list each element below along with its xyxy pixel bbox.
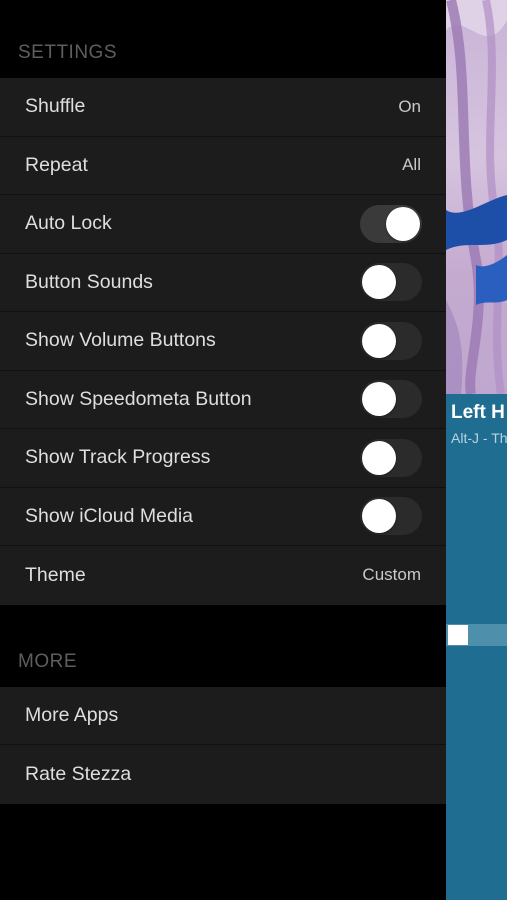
shuffle-label: Shuffle — [25, 95, 86, 118]
show-track-progress-toggle[interactable] — [360, 438, 422, 477]
show-speedometa-button-toggle[interactable] — [360, 380, 422, 419]
auto-lock-row: Auto Lock — [0, 195, 446, 254]
album-artwork — [446, 0, 507, 394]
more-group: More Apps Rate Stezza — [0, 686, 446, 804]
track-title: Left H — [451, 402, 505, 423]
theme-row[interactable]: Theme Custom — [0, 546, 446, 605]
show-speedometa-button-row: Show Speedometa Button — [0, 371, 446, 429]
more-apps-label: More Apps — [25, 703, 119, 726]
more-section-header: MORE — [18, 650, 77, 672]
track-artist: Alt-J - Th — [451, 430, 507, 446]
repeat-row[interactable]: Repeat All — [0, 137, 446, 195]
show-icloud-media-label: Show iCloud Media — [25, 504, 194, 527]
settings-section-header: SETTINGS — [18, 42, 118, 63]
show-track-progress-row: Show Track Progress — [0, 429, 446, 488]
toggle-knob — [362, 499, 396, 534]
theme-value: Custom — [362, 565, 421, 585]
toggle-knob — [362, 265, 396, 300]
button-sounds-toggle[interactable] — [360, 263, 422, 302]
show-icloud-media-toggle[interactable] — [360, 497, 422, 536]
toggle-knob — [362, 323, 396, 358]
track-progress-bar[interactable] — [446, 624, 507, 646]
settings-drawer: SETTINGS Shuffle On Repeat All Auto Lock… — [0, 0, 446, 900]
button-sounds-label: Button Sounds — [25, 270, 153, 293]
artwork-painting — [446, 0, 507, 394]
show-track-progress-label: Show Track Progress — [25, 446, 211, 469]
toggle-knob — [362, 382, 396, 417]
show-speedometa-button-label: Show Speedometa Button — [25, 387, 252, 410]
toggle-knob — [362, 440, 396, 475]
theme-label: Theme — [25, 563, 86, 586]
now-playing-peek[interactable]: Left H Alt-J - Th — [446, 0, 507, 900]
shuffle-value: On — [398, 96, 421, 116]
button-sounds-row: Button Sounds — [0, 254, 446, 312]
show-volume-buttons-toggle[interactable] — [360, 321, 422, 360]
more-apps-row[interactable]: More Apps — [0, 687, 446, 745]
auto-lock-toggle[interactable] — [360, 204, 422, 243]
repeat-value: All — [402, 155, 421, 175]
show-volume-buttons-row: Show Volume Buttons — [0, 312, 446, 371]
settings-group: Shuffle On Repeat All Auto Lock Button S… — [0, 78, 446, 605]
show-volume-buttons-label: Show Volume Buttons — [25, 329, 216, 352]
rate-stezza-row[interactable]: Rate Stezza — [0, 745, 446, 804]
toggle-knob — [386, 206, 420, 241]
repeat-label: Repeat — [25, 153, 88, 176]
rate-stezza-label: Rate Stezza — [25, 762, 132, 785]
auto-lock-label: Auto Lock — [25, 212, 112, 235]
shuffle-row[interactable]: Shuffle On — [0, 78, 446, 137]
progress-handle[interactable] — [448, 625, 468, 645]
show-icloud-media-row: Show iCloud Media — [0, 488, 446, 546]
